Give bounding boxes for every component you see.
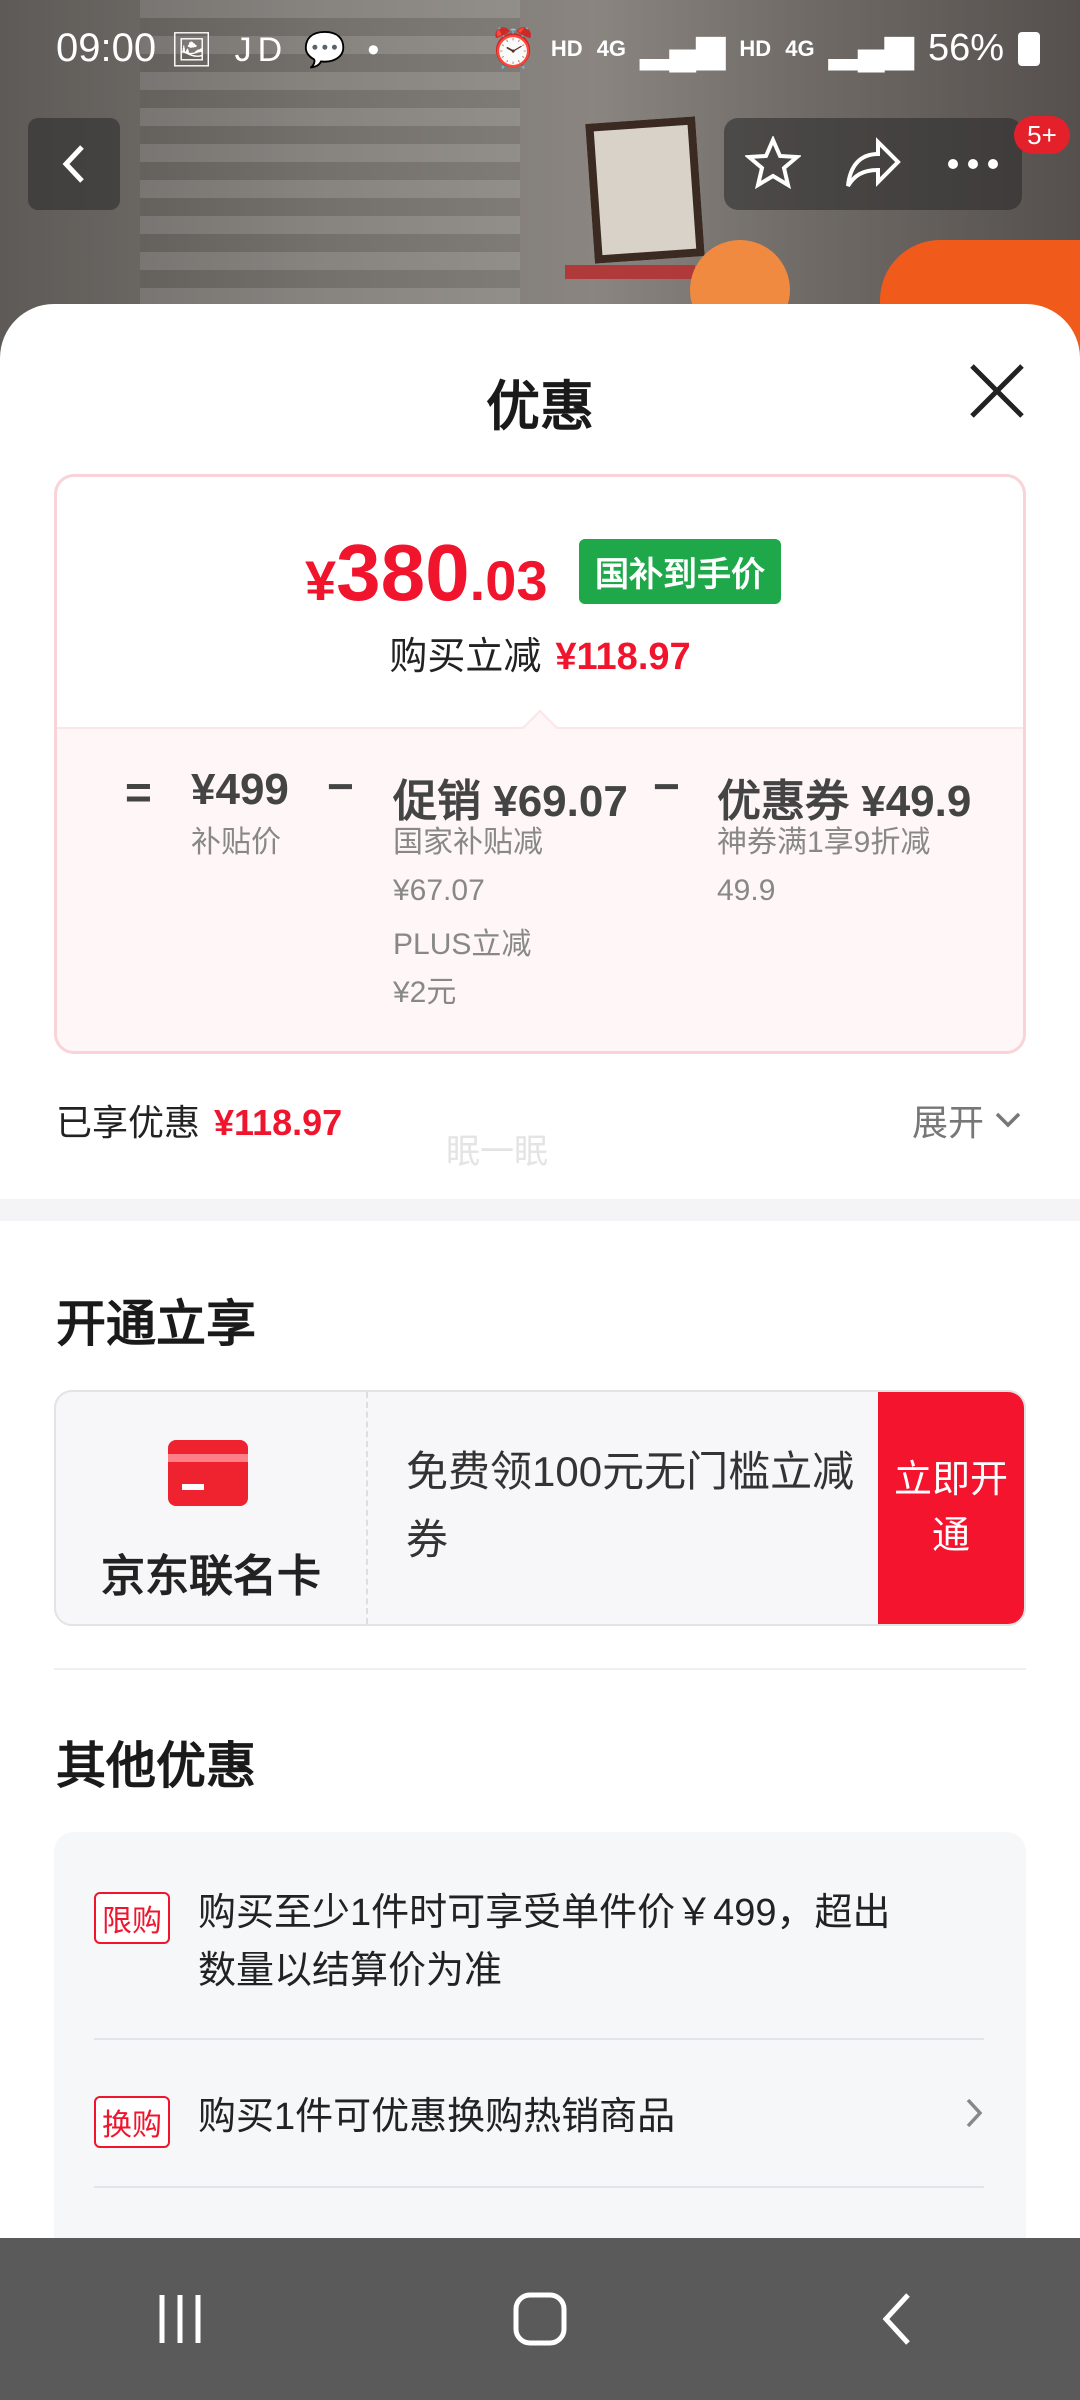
save-line: 购买立减 ¥118.97 <box>57 625 1023 680</box>
subsidy-price-tag: 国补到手价 <box>579 539 781 604</box>
equal-sign: = <box>125 766 152 818</box>
sheet-title: 优惠 <box>486 377 594 437</box>
price-summary: ¥380.03 国补到手价 购买立减 ¥118.97 <box>57 477 1023 727</box>
battery-percent: 56% <box>927 27 1004 69</box>
network-label: 4G <box>596 35 627 61</box>
expand-button[interactable]: 展开 <box>912 1094 1022 1146</box>
limit-text: 购买至少1件时可享受单件价￥499，超出数量以结算价为准 <box>198 1892 891 1992</box>
hd-label: HD <box>550 35 583 61</box>
list-item: 限购 购买至少1件时可享受单件价￥499，超出数量以结算价为准 <box>94 1884 984 2004</box>
price-integer: 380 <box>336 528 470 617</box>
system-nav-bar <box>0 2238 1080 2400</box>
base-price-label: 补贴价 <box>191 826 281 859</box>
coupon-sub-label: 神券满1享9折减 <box>717 826 931 859</box>
final-price: ¥380.03 <box>305 527 548 619</box>
card-name: 京东联名卡 <box>101 1552 321 1601</box>
price-currency: ¥ <box>305 549 337 612</box>
signal-icon: ▂▄▆ <box>640 28 726 70</box>
status-right: ⏰ HD 4G ▂▄▆ HD 4G ▂▄▆ 56% <box>490 26 1040 71</box>
section-divider <box>0 1199 1080 1221</box>
top-action-group <box>724 118 1022 210</box>
back-nav-icon[interactable] <box>870 2289 930 2349</box>
expand-label: 展开 <box>911 1102 984 1143</box>
promo-sub-value-2: ¥2元 <box>393 976 457 1009</box>
chevron-down-icon <box>995 1112 1021 1128</box>
promo-sub-value-1: ¥67.07 <box>393 874 485 907</box>
coupon-sub-value: 49.9 <box>717 874 776 907</box>
promo-sub-label-1: 国家补贴减 <box>393 826 543 859</box>
open-section-title: 开通立享 <box>56 1296 256 1352</box>
item-divider <box>94 2038 984 2040</box>
card-offer-desc: 免费领100元无门槛立减券 <box>406 1448 855 1563</box>
price-decimal: .03 <box>469 549 548 612</box>
card-brand: 京东联名卡 <box>56 1392 368 1624</box>
recents-icon[interactable] <box>150 2289 210 2349</box>
open-now-button[interactable]: 立即开通 <box>878 1392 1024 1624</box>
close-icon[interactable] <box>962 356 1032 426</box>
exchange-tag: 换购 <box>94 2096 170 2148</box>
message-badge: 5+ <box>1014 116 1070 154</box>
hd-label-2: HD <box>739 35 772 61</box>
status-bar: 09:00 🖼 JD 💬 • ⏰ HD 4G ▂▄▆ HD 4G ▂▄▆ 56% <box>0 0 1080 100</box>
price-card: ¥380.03 国补到手价 购买立减 ¥118.97 = ¥499 补贴价 − 促… <box>54 474 1026 1054</box>
star-icon[interactable] <box>745 136 802 192</box>
watermark-text: 眠一眠 <box>446 1133 548 1171</box>
other-offers-list: 限购 购买至少1件时可享受单件价￥499，超出数量以结算价为准 换购 购买1件可… <box>54 1832 1026 2238</box>
signal-icon-2: ▂▄▆ <box>828 28 914 70</box>
alarm-icon: ⏰ <box>489 27 537 70</box>
more-icon[interactable] <box>945 154 1001 174</box>
enjoyed-discount: 已享优惠 ¥118.97 <box>56 1094 342 1146</box>
status-time: 09:00 <box>56 26 157 70</box>
poster-frame <box>585 116 705 264</box>
item-divider-2 <box>94 2186 984 2188</box>
notification-icons: 🖼 JD 💬 • <box>170 31 386 69</box>
price-breakdown: = ¥499 补贴价 − 促销 ¥69.07 国家补贴减 ¥67.07 PLUS… <box>57 727 1023 1051</box>
share-icon[interactable] <box>844 136 902 192</box>
base-price: ¥499 <box>191 765 289 814</box>
home-icon[interactable] <box>510 2289 570 2349</box>
promo-sub-label-2: PLUS立减 <box>393 928 532 961</box>
network-label-2: 4G <box>785 35 815 61</box>
save-value: ¥118.97 <box>555 636 691 678</box>
save-label: 购买立减 <box>389 636 542 678</box>
shelf <box>565 265 695 279</box>
exchange-text: 购买1件可优惠换购热销商品 <box>198 2096 676 2138</box>
enjoyed-value: ¥118.97 <box>214 1102 343 1143</box>
minus-sign-1: − <box>327 760 354 812</box>
chevron-right-icon <box>966 2098 983 2128</box>
other-section-title: 其他优惠 <box>56 1738 256 1794</box>
cobrand-card-offer[interactable]: 京东联名卡 免费领100元无门槛立减券 立即开通 <box>54 1390 1026 1626</box>
discount-sheet: 优惠 ¥380.03 国补到手价 购买立减 ¥118.97 = ¥499 补贴价 … <box>0 304 1080 2238</box>
list-item-exchange[interactable]: 换购 购买1件可优惠换购热销商品 <box>94 2088 984 2148</box>
credit-card-icon <box>168 1440 248 1506</box>
minus-sign-2: − <box>653 760 680 812</box>
chevron-left-icon <box>62 145 84 183</box>
battery-icon <box>1018 31 1040 66</box>
divider <box>54 1668 1026 1670</box>
enjoyed-label: 已享优惠 <box>56 1102 201 1143</box>
back-button[interactable] <box>28 118 120 210</box>
limit-tag: 限购 <box>94 1892 170 1944</box>
